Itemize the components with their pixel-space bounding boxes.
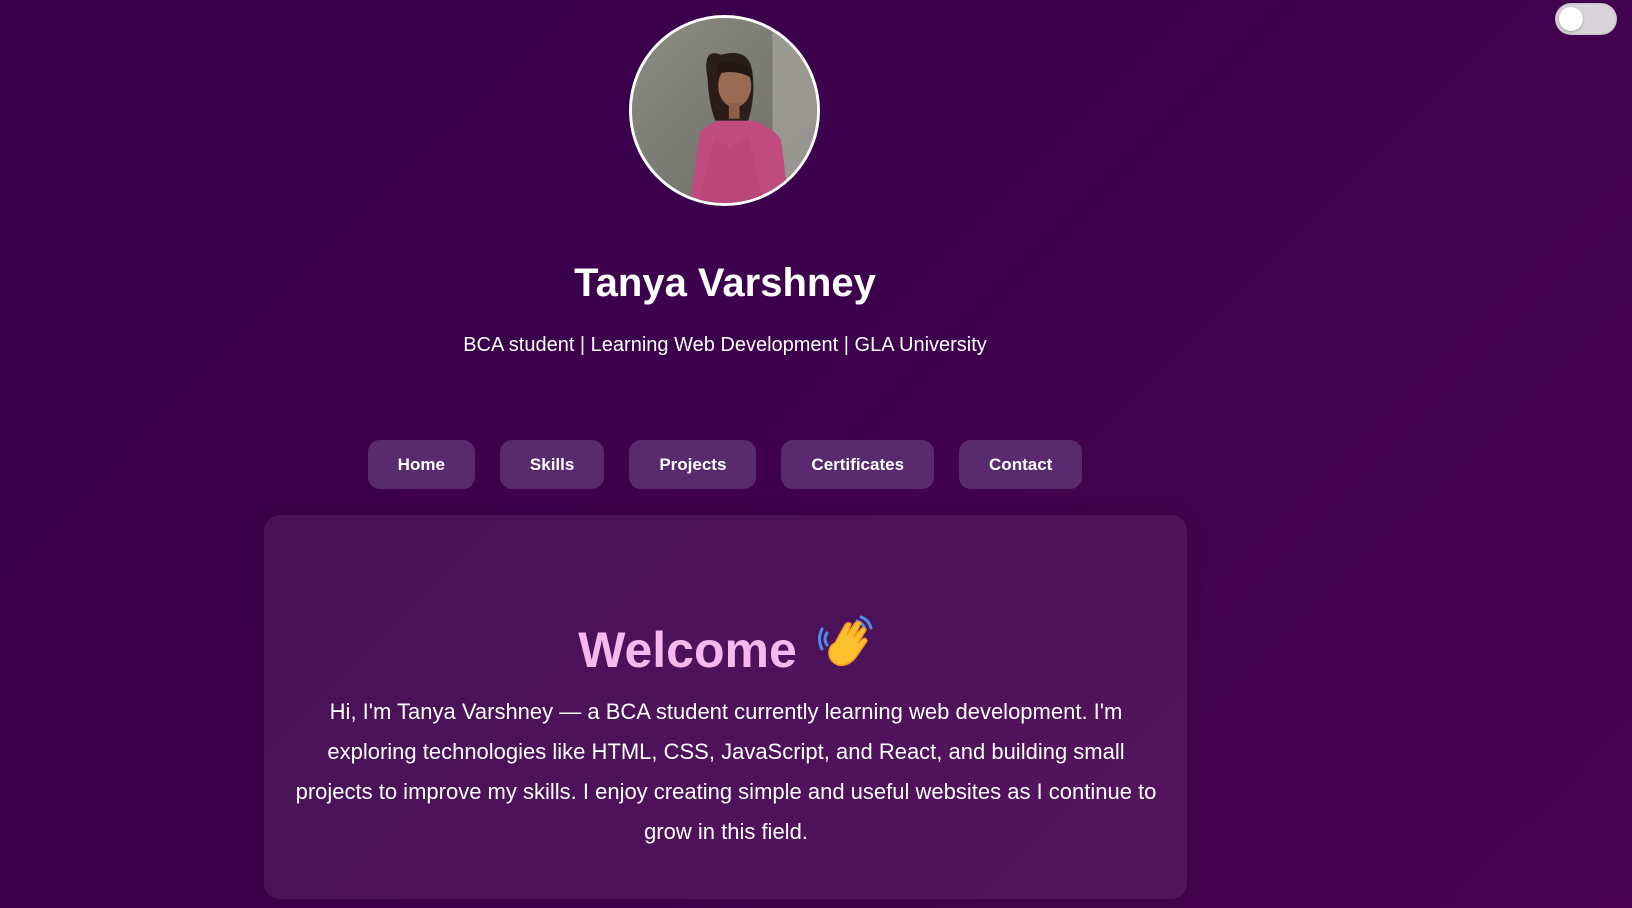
main-navigation: Home Skills Projects Certificates Contac… [0,440,1450,489]
welcome-text: Hi, I'm Tanya Varshney — a BCA student c… [295,699,1157,844]
nav-projects-button[interactable]: Projects [629,440,757,489]
welcome-heading: Welcome [264,615,1187,680]
welcome-card: Welcome Hi, I'm Tanya Varshney — a BCA s… [264,515,1187,899]
profile-name: Tanya Varshney [574,261,876,305]
avatar [629,15,820,206]
nav-certificates-button[interactable]: Certificates [781,440,935,489]
profile-photo [632,18,817,203]
profile-subtitle: BCA student | Learning Web Development |… [463,334,987,356]
welcome-title-text: Welcome [578,622,797,678]
toggle-knob [1559,7,1583,31]
nav-home-button[interactable]: Home [367,440,475,489]
waving-hand-icon [817,615,873,667]
nav-skills-button[interactable]: Skills [499,440,605,489]
nav-contact-button[interactable]: Contact [959,440,1083,489]
theme-toggle[interactable] [1555,3,1617,35]
